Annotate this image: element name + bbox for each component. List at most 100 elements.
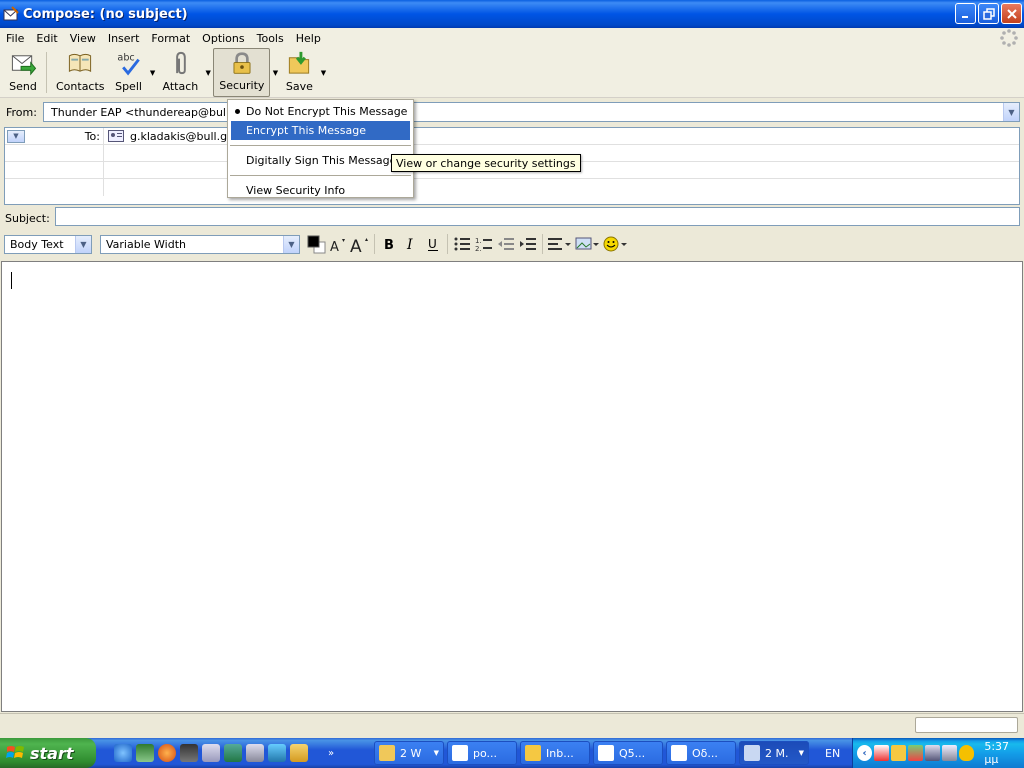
attach-dropdown-icon[interactable]: ▼ [203,48,213,97]
app-icon[interactable] [268,744,286,762]
message-body-editor[interactable] [1,261,1023,712]
smiley-button[interactable] [602,233,630,255]
svg-text:A: A [350,237,362,254]
paragraph-style-select[interactable]: Body Text ▼ [4,234,92,254]
menu-item-do-not-encrypt[interactable]: Do Not Encrypt This Message [228,102,413,121]
underline-button[interactable]: U [422,233,444,255]
menu-edit[interactable]: Edit [30,32,63,45]
recipient-type-label: To: [84,129,100,143]
app-icon[interactable] [246,744,264,762]
numbered-list-button[interactable]: 1. 2. [473,233,495,255]
address-book-icon [69,53,92,73]
task-button[interactable]: Οδ... [666,741,736,765]
font-select[interactable]: Variable Width ▼ [100,234,300,254]
menu-bar: File Edit View Insert Format Options Too… [0,28,1024,48]
app-icon[interactable] [136,744,154,762]
italic-button[interactable]: I [400,233,422,255]
attach-button[interactable]: Attach [158,48,204,97]
menu-view[interactable]: View [64,32,102,45]
menu-file[interactable]: File [0,32,30,45]
chevron-down-icon[interactable]: ▼ [283,235,299,253]
save-button[interactable]: Save [280,48,318,97]
font-smaller-icon: A [330,239,345,253]
align-icon [548,238,571,250]
throbber-icon [1000,29,1018,47]
network-icon[interactable] [202,744,220,762]
send-button[interactable]: Send [4,48,42,97]
quick-launch-more-icon[interactable]: » [328,748,334,759]
insert-image-button[interactable] [574,233,602,255]
restore-button[interactable] [978,3,999,24]
app-icon[interactable] [224,744,242,762]
security-dropdown-icon[interactable]: ▼ [270,48,280,97]
tray-network-icon[interactable] [925,745,941,761]
bold-button[interactable]: B [378,233,400,255]
menu-item-digitally-sign[interactable]: Digitally Sign This Message [228,151,413,170]
clock[interactable]: 5:37 μμ [984,740,1024,766]
spell-dropdown-icon[interactable]: ▼ [148,48,158,97]
menu-format[interactable]: Format [145,32,196,45]
chevron-down-icon[interactable]: ▼ [1003,103,1019,121]
task-label: Inb... [546,746,574,760]
send-icon [11,55,37,76]
from-select[interactable]: Thunder EAP <thundereap@bull.gr> ▼ [43,102,1020,122]
save-dropdown-icon[interactable]: ▼ [318,48,328,97]
tray-mail-icon[interactable] [891,745,907,761]
security-button[interactable]: Security [213,48,271,97]
lock-icon [233,52,251,74]
task-button-active[interactable]: 2 M. ▼ [739,741,809,765]
app-icon[interactable] [180,744,198,762]
menu-item-encrypt[interactable]: Encrypt This Message [231,121,410,140]
bold-icon: B [384,238,394,252]
thunderbird-icon[interactable] [290,744,308,762]
tray-shield-icon[interactable] [959,745,975,761]
tray-app-icon[interactable] [874,745,890,761]
text-color-button[interactable] [305,233,327,255]
color-swatch-icon [307,235,326,254]
chevron-down-icon[interactable]: ▼ [75,235,91,253]
task-button[interactable]: 2 W ▼ [374,741,444,765]
title-bar[interactable]: Compose: (no subject) [0,0,1024,28]
outdent-button[interactable] [495,233,517,255]
recipient-address[interactable]: g.kladakis@bull.gr [130,130,232,143]
svg-text:B: B [384,238,394,252]
subject-input[interactable] [55,207,1020,226]
task-button[interactable]: Inb... [520,741,590,765]
start-button[interactable]: start [0,738,96,768]
ie-icon[interactable] [114,744,132,762]
smiley-icon [603,236,627,252]
contacts-button[interactable]: Contacts [51,48,110,97]
task-label: po... [473,746,498,760]
menu-insert[interactable]: Insert [102,32,146,45]
indent-button[interactable] [517,233,539,255]
format-separator [374,234,375,254]
show-hidden-icons-icon[interactable]: ‹ [857,745,873,761]
close-button[interactable] [1001,3,1022,24]
security-menu: Do Not Encrypt This Message Encrypt This… [227,99,414,198]
outdent-icon [498,238,514,250]
font-smaller-button[interactable]: A [327,233,349,255]
menu-item-view-security-info[interactable]: View Security Info [228,181,413,200]
tray-app-icon[interactable] [908,745,924,761]
task-button[interactable]: Q5... [593,741,663,765]
bullet-list-button[interactable] [451,233,473,255]
contact-card-icon [108,130,124,142]
menu-options[interactable]: Options [196,32,250,45]
menu-tools[interactable]: Tools [251,32,290,45]
menu-help[interactable]: Help [290,32,327,45]
window-title: Compose: (no subject) [23,6,188,22]
security-label: Security [219,79,265,92]
spell-button[interactable]: abc Spell [110,48,148,97]
language-indicator[interactable]: EN [825,747,851,760]
firefox-icon[interactable] [158,744,176,762]
recipient-row-empty[interactable] [5,179,1019,196]
font-larger-button[interactable]: A [349,233,371,255]
task-list: 2 W ▼ po... Inb... Q5... Οδ... 2 M. ▼ [374,741,809,765]
tray-sound-icon[interactable] [942,745,958,761]
minimize-button[interactable] [955,3,976,24]
recipient-row[interactable]: ▼ To: g.kladakis@bull.gr [5,128,1019,145]
recipient-type-dropdown-icon[interactable]: ▼ [7,129,25,143]
task-button[interactable]: po... [447,741,517,765]
align-button[interactable] [546,233,574,255]
task-label: Οδ... [692,746,718,760]
